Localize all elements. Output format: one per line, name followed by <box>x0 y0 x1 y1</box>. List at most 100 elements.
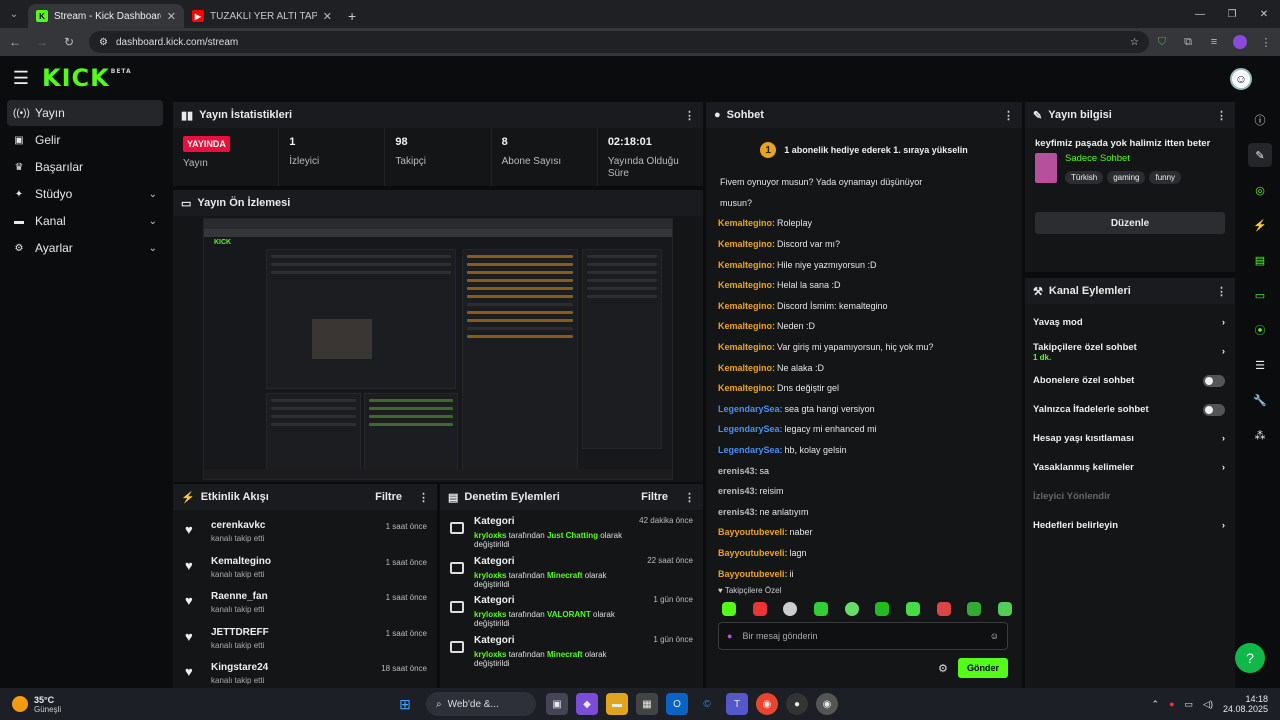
banned-words-item[interactable]: Yasaklanmış kelimeler › <box>1025 453 1235 482</box>
emote-icon[interactable] <box>967 602 982 616</box>
weather-widget[interactable]: 35°C Güneşli <box>0 695 390 714</box>
emote-icon[interactable] <box>936 602 951 616</box>
shield-extension-icon[interactable]: ⛉ <box>1149 36 1175 49</box>
account-age-item[interactable]: Hesap yaşı kısıtlaması › <box>1025 424 1235 453</box>
bookmark-star-icon[interactable]: ☆ <box>1130 37 1139 48</box>
more-options-icon[interactable]: ⋮ <box>418 491 429 504</box>
emote-icon[interactable] <box>722 602 736 616</box>
teams-icon[interactable]: T <box>726 693 748 715</box>
tab-search-icon[interactable]: ⌄ <box>0 0 28 28</box>
set-goals-item[interactable]: Hedefleri belirleyin › <box>1025 511 1235 540</box>
sidebar-item-yayin[interactable]: ((•)) Yayın <box>7 100 163 126</box>
copilot-icon[interactable]: ◆ <box>576 693 598 715</box>
extensions-icon[interactable]: ⧉ <box>1175 36 1201 49</box>
help-support-icon[interactable]: ? <box>1235 643 1265 673</box>
kick-logo[interactable]: KICK BETA <box>42 64 132 92</box>
emoji-icon[interactable]: ☺ <box>990 631 999 641</box>
more-options-icon[interactable]: ⋮ <box>684 109 695 122</box>
more-options-icon[interactable]: ⋮ <box>1216 285 1227 298</box>
clock[interactable]: 14:18 24.08.2025 <box>1223 694 1268 714</box>
volume-icon[interactable]: ◁) <box>1203 699 1213 710</box>
heart-icon: ♥ <box>185 628 193 644</box>
filter-button[interactable]: Filtre <box>375 491 402 503</box>
reload-icon[interactable]: ↻ <box>57 35 81 49</box>
edit-icon[interactable]: ✎ <box>1248 143 1272 167</box>
panel-title: Kanal Eylemleri <box>1048 285 1131 297</box>
chat-icon[interactable]: ▭ <box>1248 283 1272 307</box>
info-icon[interactable]: ⓘ <box>1248 108 1272 132</box>
emote-icon[interactable] <box>752 602 767 616</box>
apps-icon[interactable]: ⁂ <box>1248 423 1272 447</box>
send-button[interactable]: Gönder <box>958 658 1008 678</box>
emote-icon[interactable] <box>875 602 890 616</box>
sun-icon <box>12 696 28 712</box>
broadcast-icon[interactable]: ⦿ <box>1248 318 1272 342</box>
browser-tab-youtube[interactable]: ▶ TUZAKLI YER ALTI TAPINAĞINA... ✕ <box>184 4 340 28</box>
close-icon[interactable]: ✕ <box>167 10 176 23</box>
camera-icon[interactable]: ◎ <box>1248 178 1272 202</box>
github-icon[interactable]: ● <box>786 693 808 715</box>
chat-settings-gear-icon[interactable]: ⚙ <box>938 662 948 675</box>
taskbar-search[interactable]: ⌕ Web'de &... <box>426 692 536 716</box>
filter-button[interactable]: Filtre <box>641 491 668 503</box>
task-view-icon[interactable]: ▣ <box>546 693 568 715</box>
edit-button[interactable]: Düzenle <box>1035 212 1225 234</box>
display-icon[interactable]: ▭ <box>1185 699 1194 710</box>
more-options-icon[interactable]: ⋮ <box>684 491 695 504</box>
forward-icon[interactable]: → <box>30 35 54 49</box>
windows-start-icon[interactable]: ⊞ <box>394 693 416 715</box>
followers-only-item[interactable]: Takipçilere özel sohbet 1 dk. › <box>1025 337 1235 366</box>
sidebar-item-kanal[interactable]: ▬ Kanal ⌄ <box>7 208 163 234</box>
stream-preview-video[interactable]: KICK <box>203 218 673 480</box>
emote-icon[interactable] <box>813 602 828 616</box>
minimize-icon[interactable]: — <box>1184 0 1216 28</box>
category-link[interactable]: Sadece Sohbet <box>1065 153 1185 164</box>
sidebar-item-basarilar[interactable]: ♛ Başarılar <box>7 154 163 180</box>
app-c-icon[interactable]: © <box>696 693 718 715</box>
chat-messages[interactable]: Fivem oynuyor musun? Yada oynamayı düşün… <box>706 172 1022 582</box>
sidebar-item-ayarlar[interactable]: ⚙ Ayarlar ⌄ <box>7 235 163 261</box>
browser-menu-icon[interactable]: ⋮ <box>1253 36 1279 49</box>
gift-leaderboard-banner[interactable]: 11 abonelik hediye ederek 1. sıraya yüks… <box>706 128 1022 172</box>
lightning-icon[interactable]: ⚡ <box>1248 213 1272 237</box>
tray-chevron-up-icon[interactable]: ⌃ <box>1152 699 1160 710</box>
window-close-icon[interactable]: ✕ <box>1248 0 1280 28</box>
list-icon[interactable]: ☰ <box>1248 353 1272 377</box>
store-icon[interactable]: ▦ <box>636 693 658 715</box>
outlook-icon[interactable]: O <box>666 693 688 715</box>
browser-tab-kick[interactable]: K Stream - Kick Dashboard ✕ <box>28 4 184 28</box>
address-bar[interactable]: ⚙ dashboard.kick.com/stream ☆ <box>89 31 1149 53</box>
site-info-icon[interactable]: ⚙ <box>99 37 108 48</box>
more-options-icon[interactable]: ⋮ <box>1216 109 1227 122</box>
user-avatar[interactable]: ☺ <box>1230 68 1252 90</box>
document-icon[interactable]: ▤ <box>1248 248 1272 272</box>
emote-icon[interactable] <box>844 602 859 616</box>
file-explorer-icon[interactable]: ▬ <box>606 693 628 715</box>
tag-pill[interactable]: gaming <box>1107 171 1146 184</box>
more-options-icon[interactable]: ⋮ <box>1003 109 1014 122</box>
emote-icon[interactable] <box>997 602 1012 616</box>
chat-message: Kemaltegino: Neden :D <box>718 321 816 332</box>
emote-icon[interactable] <box>783 602 798 616</box>
subscribers-only-toggle[interactable] <box>1203 374 1225 387</box>
new-tab-button[interactable]: + <box>340 4 364 28</box>
close-icon[interactable]: ✕ <box>323 10 332 23</box>
chrome-profile-icon[interactable]: ◉ <box>816 693 838 715</box>
maximize-icon[interactable]: ❐ <box>1216 0 1248 28</box>
profile-icon[interactable] <box>1227 35 1253 49</box>
chat-input[interactable]: ● Bir mesaj gönderin ☺ <box>718 622 1008 650</box>
media-control-icon[interactable]: ≡ <box>1201 36 1227 48</box>
slow-mode-item[interactable]: Yavaş mod › <box>1025 308 1235 337</box>
sidebar-item-gelir[interactable]: ▣ Gelir <box>7 127 163 153</box>
hamburger-menu-icon[interactable]: ☰ <box>0 68 42 89</box>
emote-icon[interactable] <box>905 602 920 616</box>
tag-pill[interactable]: Türkish <box>1065 171 1104 184</box>
microphone-tray-icon[interactable]: ● <box>1169 699 1174 709</box>
wrench-icon[interactable]: 🔧 <box>1248 388 1272 412</box>
back-icon[interactable]: ← <box>3 35 27 49</box>
emotes-only-toggle[interactable] <box>1203 403 1225 416</box>
microphone-icon[interactable]: ● <box>727 631 732 641</box>
chrome-icon[interactable]: ◉ <box>756 693 778 715</box>
sidebar-item-studyo[interactable]: ✦ Stüdyo ⌄ <box>7 181 163 207</box>
tag-pill[interactable]: funny <box>1149 171 1182 184</box>
